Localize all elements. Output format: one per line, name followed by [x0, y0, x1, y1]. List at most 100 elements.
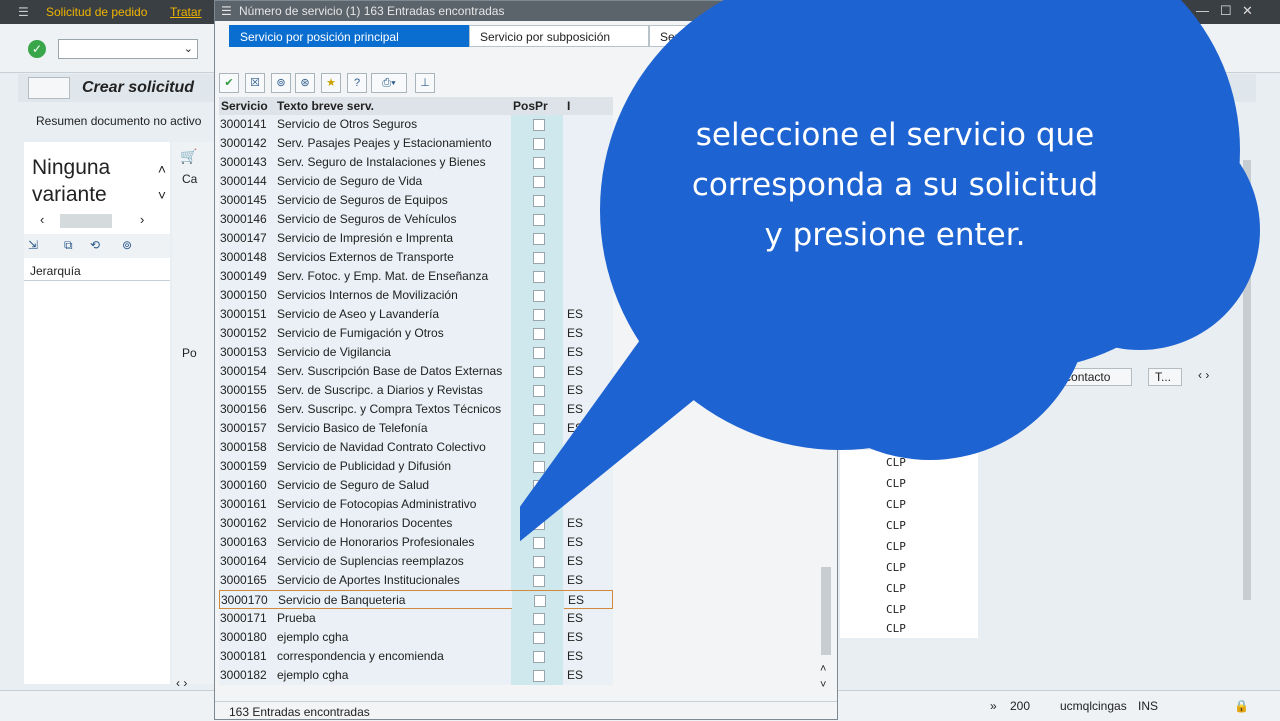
- pospr-checkbox[interactable]: [534, 595, 546, 607]
- horizontal-scrollbar[interactable]: ‹ ›: [38, 212, 158, 228]
- layout-icon[interactable]: ⊥: [415, 73, 435, 93]
- command-field[interactable]: ⌄: [58, 39, 198, 59]
- chevron-down-icon[interactable]: ⌄: [184, 42, 193, 55]
- pospr-checkbox[interactable]: [533, 385, 545, 397]
- chevron-left-icon[interactable]: ‹: [40, 212, 44, 227]
- table-row[interactable]: 3000180 ejemplo cgha ES: [219, 628, 613, 647]
- chevron-down-icon[interactable]: ˅: [820, 679, 826, 691]
- menu-item-solicitud[interactable]: Solicitud de pedido: [46, 5, 147, 19]
- pospr-checkbox[interactable]: [533, 271, 545, 283]
- table-row[interactable]: 3000149 Serv. Fotoc. y Emp. Mat. de Enseñ…: [219, 267, 613, 286]
- pospr-checkbox[interactable]: [533, 138, 545, 150]
- table-row[interactable]: 3000165 Servicio de Aportes Institucional…: [219, 571, 613, 590]
- favorite-icon[interactable]: ★: [321, 73, 341, 93]
- pospr-checkbox[interactable]: [533, 499, 545, 511]
- tab-servicio-subposicion[interactable]: Servicio por subposición: [469, 25, 649, 47]
- pospr-checkbox[interactable]: [533, 233, 545, 245]
- menu-icon[interactable]: ☰: [18, 5, 29, 19]
- table-row[interactable]: 3000162 Servicio de Honorarios Docentes ES: [219, 514, 613, 533]
- tab-contact-person[interactable]: ona de contacto: [1018, 368, 1132, 386]
- pospr-checkbox[interactable]: [533, 176, 545, 188]
- table-row[interactable]: 3000151 Servicio de Aseo y Lavandería ES: [219, 305, 613, 324]
- chevron-right-icon[interactable]: ›: [140, 212, 144, 227]
- pospr-checkbox[interactable]: [533, 119, 545, 131]
- column-texto[interactable]: Texto breve serv.: [277, 99, 374, 113]
- scroll-thumb[interactable]: [821, 567, 831, 655]
- cart-icon[interactable]: 🛒: [180, 148, 197, 165]
- pospr-checkbox[interactable]: [533, 404, 545, 416]
- pospr-checkbox[interactable]: [533, 309, 545, 321]
- column-pospr[interactable]: PosPr: [513, 99, 548, 113]
- table-row[interactable]: 3000158 Servicio de Navidad Contrato Cole…: [219, 438, 613, 457]
- pospr-checkbox[interactable]: [533, 480, 545, 492]
- binoculars-icon[interactable]: ⊚: [122, 238, 132, 252]
- pospr-checkbox[interactable]: [533, 423, 545, 435]
- copy-icon[interactable]: ⧉: [64, 238, 73, 253]
- tab-scroll-icon[interactable]: ‹ ›: [1198, 368, 1209, 382]
- confirm-check-icon[interactable]: ✓: [28, 40, 46, 58]
- pospr-checkbox[interactable]: [533, 347, 545, 359]
- zoom-level[interactable]: 200: [1010, 699, 1030, 713]
- tab-servicio-otros[interactable]: Servicio por...: [649, 25, 747, 47]
- pospr-checkbox[interactable]: [533, 613, 545, 625]
- table-row[interactable]: 3000161 Servicio de Fotocopias Administra…: [219, 495, 613, 514]
- table-row[interactable]: 3000145 Servicio de Seguros de Equipos: [219, 191, 613, 210]
- chevron-up-icon[interactable]: ˄: [820, 663, 826, 675]
- menu-item-tratar[interactable]: Tratar: [170, 5, 202, 19]
- table-row[interactable]: 3000141 Servicio de Otros Seguros: [219, 115, 613, 134]
- table-row[interactable]: 3000156 Serv. Suscripc. y Compra Textos T…: [219, 400, 613, 419]
- tab-servicio-principal[interactable]: Servicio por posición principal: [229, 25, 469, 47]
- page-scrollbar[interactable]: [1240, 140, 1254, 670]
- pospr-checkbox[interactable]: [533, 328, 545, 340]
- pospr-checkbox[interactable]: [533, 195, 545, 207]
- minimize-icon[interactable]: —: [1196, 3, 1209, 18]
- pospr-checkbox[interactable]: [533, 575, 545, 587]
- personalize-button[interactable]: [28, 77, 70, 99]
- find-next-icon[interactable]: ⊛: [295, 73, 315, 93]
- table-row[interactable]: 3000160 Servicio de Seguro de Salud: [219, 476, 613, 495]
- table-row[interactable]: 3000150 Servicios Internos de Movilizació…: [219, 286, 613, 305]
- bottom-scroll[interactable]: ‹ ›: [176, 676, 216, 690]
- table-row[interactable]: 3000157 Servicio Basico de Telefonía ES: [219, 419, 613, 438]
- find-icon[interactable]: ⊚: [271, 73, 291, 93]
- menu-icon[interactable]: ☰: [221, 4, 232, 18]
- table-row[interactable]: 3000152 Servicio de Fumigación y Otros ES: [219, 324, 613, 343]
- lock-icon[interactable]: 🔒: [1234, 699, 1249, 713]
- pospr-checkbox[interactable]: [533, 252, 545, 264]
- table-row[interactable]: 3000164 Servicio de Suplencias reemplazos…: [219, 552, 613, 571]
- expand-icon[interactable]: ⇲: [28, 238, 38, 252]
- table-row[interactable]: 3000170 Servicio de Banqueteria ES: [219, 590, 613, 610]
- maximize-icon[interactable]: ☐: [1220, 3, 1232, 19]
- pospr-checkbox[interactable]: [533, 556, 545, 568]
- table-row[interactable]: 3000144 Servicio de Seguro de Vida: [219, 172, 613, 191]
- pospr-checkbox[interactable]: [533, 651, 545, 663]
- close-icon[interactable]: ✕: [1242, 3, 1253, 19]
- table-row[interactable]: 3000147 Servicio de Impresión e Imprenta: [219, 229, 613, 248]
- tab-texts[interactable]: T...: [1148, 368, 1182, 386]
- pospr-checkbox[interactable]: [533, 366, 545, 378]
- pospr-checkbox[interactable]: [533, 214, 545, 226]
- table-row[interactable]: 3000143 Serv. Seguro de Instalaciones y B…: [219, 153, 613, 172]
- table-row[interactable]: 3000171 Prueba ES: [219, 609, 613, 628]
- info-icon[interactable]: ?: [347, 73, 367, 93]
- table-row[interactable]: 3000181 correspondencia y encomienda ES: [219, 647, 613, 666]
- table-row[interactable]: 3000148 Servicios Externos de Transporte: [219, 248, 613, 267]
- table-row[interactable]: 3000146 Servicio de Seguros de Vehículos: [219, 210, 613, 229]
- table-row[interactable]: 3000154 Serv. Suscripción Base de Datos E…: [219, 362, 613, 381]
- pospr-checkbox[interactable]: [533, 670, 545, 682]
- table-row[interactable]: 3000182 ejemplo cgha ES: [219, 666, 613, 685]
- table-row[interactable]: 3000142 Serv. Pasajes Peajes y Estacionam…: [219, 134, 613, 153]
- pospr-checkbox[interactable]: [533, 537, 545, 549]
- variant-scroll[interactable]: ˄ ˅: [158, 156, 166, 208]
- table-row[interactable]: 3000153 Servicio de Vigilancia ES: [219, 343, 613, 362]
- expand-status-icon[interactable]: »: [990, 699, 997, 713]
- column-idioma[interactable]: I: [567, 99, 570, 113]
- table-row[interactable]: 3000163 Servicio de Honorarios Profesiona…: [219, 533, 613, 552]
- pospr-checkbox[interactable]: [533, 461, 545, 473]
- print-icon[interactable]: ⎙▾: [371, 73, 407, 93]
- pospr-checkbox[interactable]: [533, 442, 545, 454]
- pospr-checkbox[interactable]: [533, 518, 545, 530]
- table-row[interactable]: 3000155 Serv. de Suscripc. a Diarios y Re…: [219, 381, 613, 400]
- accept-check-icon[interactable]: ✔: [219, 73, 239, 93]
- refresh-icon[interactable]: ⟲: [90, 238, 100, 252]
